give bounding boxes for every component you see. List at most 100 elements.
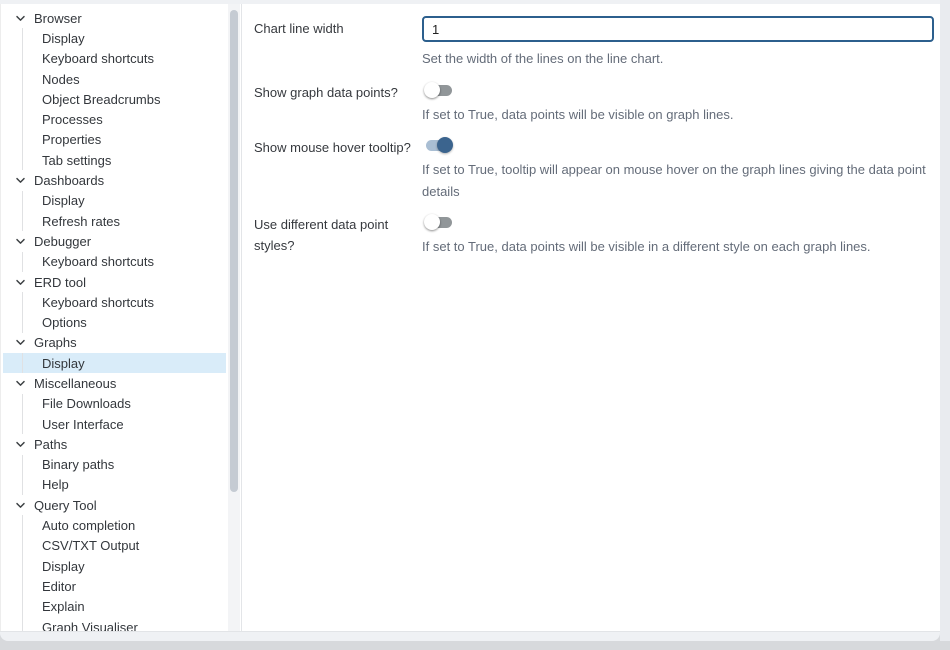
field-control: Set the width of the lines on the line c… [422,16,934,70]
sidebar-scrollbar-track[interactable] [228,4,240,631]
chevron-down-icon[interactable] [14,235,26,247]
field-show-mouse-hover-tooltip: Show mouse hover tooltip?If set to True,… [254,135,935,202]
tree-item-label: Editor [42,579,76,594]
tree-item-label: Query Tool [34,498,97,513]
field-help-text: Set the width of the lines on the line c… [422,48,934,70]
tree-item-label: Display [42,193,85,208]
tree-item-refresh-rates[interactable]: Refresh rates [1,211,226,231]
field-chart-line-width: Chart line widthSet the width of the lin… [254,16,935,70]
tree-item-file-downloads[interactable]: File Downloads [1,394,226,414]
tree-item-label: Browser [34,11,82,26]
tree-item-auto-completion[interactable]: Auto completion [1,515,226,535]
tree-item-label: User Interface [42,417,124,432]
tree-item-label: Refresh rates [42,214,120,229]
preferences-dialog: Browser Display Keyboard shortcuts Nodes Obj… [0,0,940,641]
field-use-different-data-point-styles: Use different data point styles?If set t… [254,212,935,258]
tree-item-keyboard-shortcuts[interactable]: Keyboard shortcuts [1,292,226,312]
tree-item-label: Binary paths [42,457,114,472]
tree-item-label: Keyboard shortcuts [42,254,154,269]
toggle-thumb [424,214,440,230]
field-label: Show mouse hover tooltip? [254,135,422,158]
tree-item-processes[interactable]: Processes [1,109,226,129]
show-graph-data-points-toggle[interactable] [424,82,454,98]
chevron-down-icon[interactable] [14,12,26,24]
field-control: If set to True, data points will be visi… [422,80,934,126]
chevron-down-icon[interactable] [14,175,26,187]
tree-item-object-breadcrumbs[interactable]: Object Breadcrumbs [1,89,226,109]
sidebar-scrollbar-thumb[interactable] [230,10,238,492]
toggle-thumb [424,82,440,98]
tree-item-label: Options [42,315,87,330]
use-different-data-point-styles-toggle[interactable] [424,214,454,230]
tree-item-graph-visualiser[interactable]: Graph Visualiser [1,617,226,631]
tree-item-label: File Downloads [42,396,131,411]
tree-item-label: Keyboard shortcuts [42,295,154,310]
tree-item-properties[interactable]: Properties [1,130,226,150]
chevron-down-icon[interactable] [14,499,26,511]
tree-item-browser[interactable]: Browser [1,8,226,28]
preferences-settings-panel: Chart line widthSet the width of the lin… [242,4,940,631]
tree-item-display[interactable]: Display [1,191,226,211]
tree-item-miscellaneous[interactable]: Miscellaneous [1,373,226,393]
tree-item-graphs[interactable]: Graphs [1,333,226,353]
field-label: Chart line width [254,16,422,39]
field-label: Show graph data points? [254,80,422,103]
chevron-down-icon[interactable] [14,276,26,288]
window-right-gutter [940,0,950,641]
tree-item-label: Debugger [34,234,91,249]
tree-item-label: Graph Visualiser [42,620,138,631]
tree-item-explain[interactable]: Explain [1,597,226,617]
tree-item-user-interface[interactable]: User Interface [1,414,226,434]
field-help-text: If set to True, data points will be visi… [422,236,934,258]
tree-item-label: Help [42,477,69,492]
field-label: Use different data point styles? [254,212,422,256]
show-mouse-hover-tooltip-toggle[interactable] [424,137,454,153]
tree-item-label: ERD tool [34,275,86,290]
tree-item-keyboard-shortcuts[interactable]: Keyboard shortcuts [1,49,226,69]
tree-item-csv-txt-output[interactable]: CSV/TXT Output [1,536,226,556]
tree-item-label: Miscellaneous [34,376,116,391]
preferences-tree-sidebar: Browser Display Keyboard shortcuts Nodes Obj… [0,4,242,631]
tree-item-label: Display [42,356,85,371]
chart-line-width-input[interactable] [422,16,934,42]
tree-item-label: Processes [42,112,103,127]
tree-item-label: Graphs [34,335,77,350]
preferences-panels: Browser Display Keyboard shortcuts Nodes Obj… [0,4,940,632]
tree-item-tab-settings[interactable]: Tab settings [1,150,226,170]
tree-item-label: Nodes [42,72,80,87]
preferences-tree: Browser Display Keyboard shortcuts Nodes Obj… [1,4,241,631]
toggle-thumb [437,137,453,153]
tree-item-help[interactable]: Help [1,475,226,495]
tree-item-dashboards[interactable]: Dashboards [1,170,226,190]
tree-item-binary-paths[interactable]: Binary paths [1,455,226,475]
field-control: If set to True, data points will be visi… [422,212,934,258]
tree-item-paths[interactable]: Paths [1,434,226,454]
tree-item-display[interactable]: Display [1,28,226,48]
tree-item-label: Dashboards [34,173,104,188]
tree-item-display[interactable]: Display [1,556,226,576]
field-control: If set to True, tooltip will appear on m… [422,135,934,202]
tree-item-erd-tool[interactable]: ERD tool [1,272,226,292]
tree-item-display[interactable]: Display [3,353,226,373]
field-show-graph-data-points: Show graph data points?If set to True, d… [254,80,935,126]
chevron-down-icon[interactable] [14,337,26,349]
chevron-down-icon[interactable] [14,438,26,450]
tree-item-label: CSV/TXT Output [42,538,139,553]
tree-item-keyboard-shortcuts[interactable]: Keyboard shortcuts [1,252,226,272]
tree-item-label: Explain [42,599,85,614]
tree-item-label: Properties [42,132,101,147]
tree-item-query-tool[interactable]: Query Tool [1,495,226,515]
tree-item-nodes[interactable]: Nodes [1,69,226,89]
chevron-down-icon[interactable] [14,377,26,389]
tree-item-label: Auto completion [42,518,135,533]
tree-item-options[interactable]: Options [1,312,226,332]
tree-item-label: Object Breadcrumbs [42,92,161,107]
tree-item-label: Keyboard shortcuts [42,51,154,66]
tree-item-label: Paths [34,437,67,452]
field-help-text: If set to True, data points will be visi… [422,104,934,126]
tree-item-label: Display [42,31,85,46]
tree-item-label: Display [42,559,85,574]
tree-item-debugger[interactable]: Debugger [1,231,226,251]
field-help-text: If set to True, tooltip will appear on m… [422,159,934,202]
tree-item-editor[interactable]: Editor [1,576,226,596]
